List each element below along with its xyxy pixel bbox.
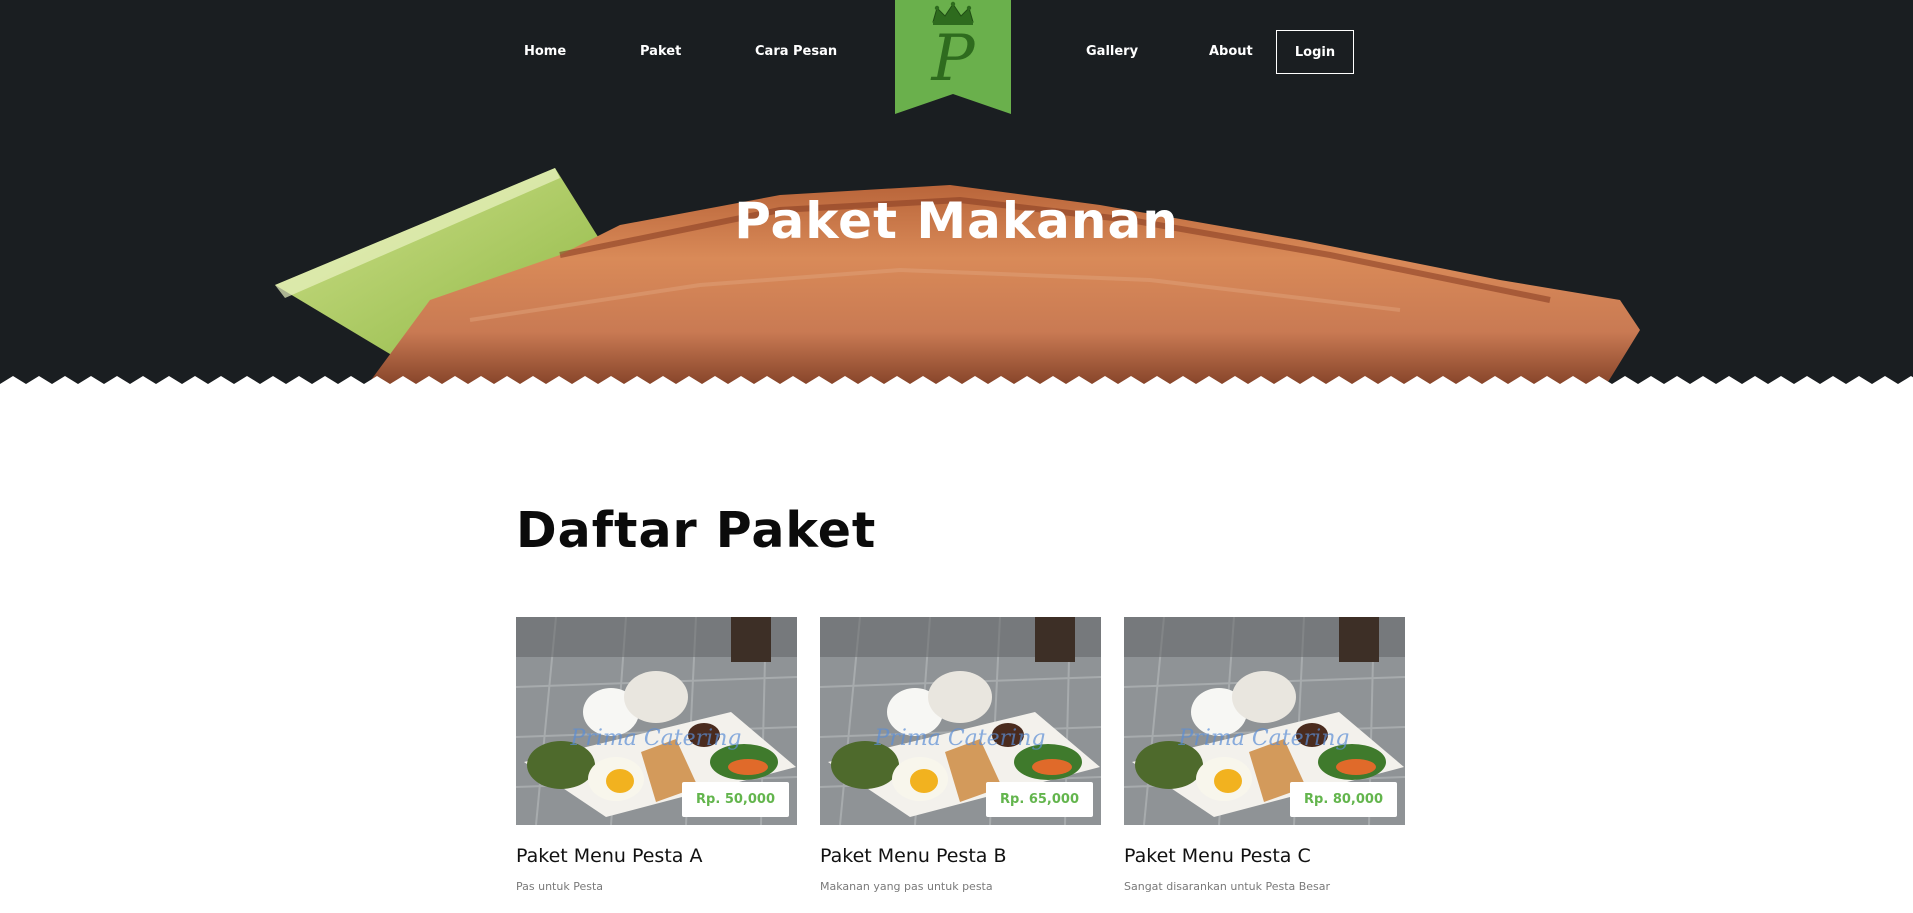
logo-letter: P <box>930 22 975 96</box>
package-card-b[interactable]: Prima Catering Rp. 65,000 Paket Menu Pes… <box>820 617 1101 893</box>
brand-logo-icon[interactable]: P <box>895 0 1011 114</box>
price-badge: Rp. 80,000 <box>1290 782 1397 817</box>
package-description: Sangat disarankan untuk Pesta Besar <box>1124 880 1331 893</box>
zigzag-divider <box>0 376 1913 395</box>
package-image[interactable]: Prima Catering Rp. 65,000 <box>820 617 1101 825</box>
login-button[interactable]: Login <box>1276 30 1354 74</box>
section-title: Daftar Paket <box>516 502 877 559</box>
nav-cara-pesan[interactable]: Cara Pesan <box>755 44 837 59</box>
nav-gallery[interactable]: Gallery <box>1086 44 1138 59</box>
package-card-a[interactable]: Prima Catering Rp. 50,000 Paket Menu Pes… <box>516 617 797 893</box>
price-badge: Rp. 50,000 <box>682 782 789 817</box>
package-name[interactable]: Paket Menu Pesta C <box>1124 845 1311 867</box>
svg-text:Prima Catering: Prima Catering <box>1178 726 1350 751</box>
package-name[interactable]: Paket Menu Pesta A <box>516 845 702 867</box>
nav-home[interactable]: Home <box>524 44 566 59</box>
package-name[interactable]: Paket Menu Pesta B <box>820 845 1007 867</box>
svg-text:Prima Catering: Prima Catering <box>874 726 1046 751</box>
page-title: Paket Makanan <box>734 192 1179 250</box>
package-description: Makanan yang pas untuk pesta <box>820 880 993 893</box>
package-card-c[interactable]: Prima Catering Rp. 80,000 Paket Menu Pes… <box>1124 617 1405 893</box>
package-image[interactable]: Prima Catering Rp. 50,000 <box>516 617 797 825</box>
package-description: Pas untuk Pesta <box>516 880 603 893</box>
nav-about[interactable]: About <box>1209 44 1253 59</box>
svg-text:Prima Catering: Prima Catering <box>570 726 742 751</box>
package-image[interactable]: Prima Catering Rp. 80,000 <box>1124 617 1405 825</box>
price-badge: Rp. 65,000 <box>986 782 1093 817</box>
nav-paket[interactable]: Paket <box>640 44 681 59</box>
